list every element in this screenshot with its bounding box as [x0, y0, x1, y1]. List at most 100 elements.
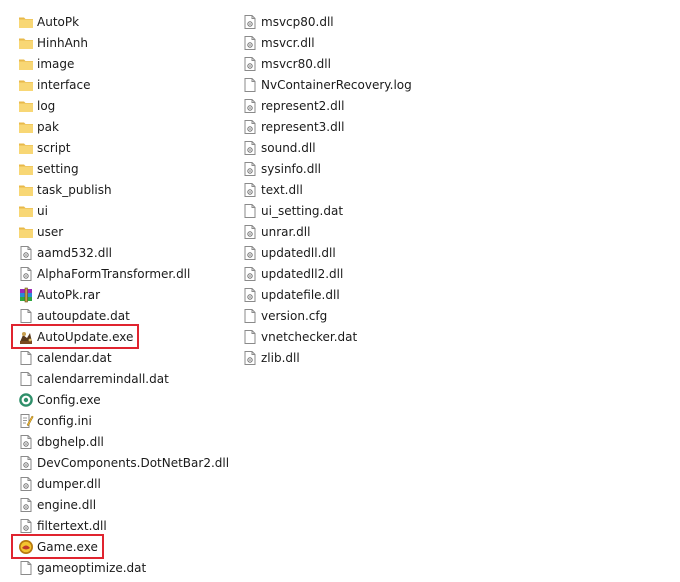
file-item[interactable]: engine.dll — [18, 494, 229, 515]
file-item[interactable]: calendar.dat — [18, 347, 229, 368]
file-name: DevComponents.DotNetBar2.dll — [37, 455, 230, 470]
file-name: text.dll — [261, 182, 303, 197]
file-name: interface — [37, 77, 91, 92]
file-item[interactable]: DevComponents.DotNetBar2.dll — [18, 452, 229, 473]
file-item[interactable]: setting — [18, 158, 229, 179]
file-name: AlphaFormTransformer.dll — [37, 266, 191, 281]
dll-file-icon — [242, 119, 258, 135]
dll-file-icon — [242, 224, 258, 240]
blank-file-icon — [242, 329, 258, 345]
file-name: AutoPk — [37, 14, 80, 29]
file-item[interactable]: aamd532.dll — [18, 242, 229, 263]
file-name: script — [37, 140, 71, 155]
file-item[interactable]: dbghelp.dll — [18, 431, 229, 452]
file-name: calendar.dat — [37, 350, 112, 365]
file-name: dbghelp.dll — [37, 434, 104, 449]
file-item[interactable]: pak — [18, 116, 229, 137]
file-name: engine.dll — [37, 497, 97, 512]
file-name: sound.dll — [261, 140, 316, 155]
dll-file-icon — [18, 476, 34, 492]
file-name: AutoPk.rar — [37, 287, 101, 302]
folder-icon — [18, 182, 34, 198]
file-name: ui_setting.dat — [261, 203, 344, 218]
file-item[interactable]: zlib.dll — [242, 347, 412, 368]
file-item[interactable]: interface — [18, 74, 229, 95]
file-item[interactable]: Game.exe — [11, 534, 229, 559]
file-item[interactable]: version.cfg — [242, 305, 412, 326]
folder-icon — [18, 140, 34, 156]
file-item[interactable]: image — [18, 53, 229, 74]
file-item[interactable]: NvContainerRecovery.log — [242, 74, 412, 95]
file-item[interactable]: task_publish — [18, 179, 229, 200]
file-name: Config.exe — [37, 392, 101, 407]
file-item[interactable]: script — [18, 137, 229, 158]
dll-file-icon — [242, 245, 258, 261]
file-item[interactable]: vnetchecker.dat — [242, 326, 412, 347]
file-name: gameoptimize.dat — [37, 560, 147, 575]
file-item[interactable]: HinhAnh — [18, 32, 229, 53]
file-name: unrar.dll — [261, 224, 311, 239]
file-item[interactable]: config.ini — [18, 410, 229, 431]
file-item[interactable]: unrar.dll — [242, 221, 412, 242]
file-item[interactable]: gameoptimize.dat — [18, 557, 229, 578]
file-item[interactable]: dumper.dll — [18, 473, 229, 494]
rar-archive-icon — [18, 287, 34, 303]
folder-icon — [18, 14, 34, 30]
file-name: config.ini — [37, 413, 92, 428]
file-name: filtertext.dll — [37, 518, 107, 533]
dll-file-icon — [242, 287, 258, 303]
file-name: represent3.dll — [261, 119, 345, 134]
file-item[interactable]: ui_setting.dat — [242, 200, 412, 221]
file-name: vnetchecker.dat — [261, 329, 358, 344]
folder-icon — [18, 161, 34, 177]
file-name: Game.exe — [37, 539, 98, 554]
file-item[interactable]: autoupdate.dat — [18, 305, 229, 326]
file-item[interactable]: AutoPk — [18, 11, 229, 32]
file-item[interactable]: Config.exe — [18, 389, 229, 410]
file-name: pak — [37, 119, 59, 134]
file-item[interactable]: user — [18, 221, 229, 242]
dll-file-icon — [18, 245, 34, 261]
file-item[interactable]: AutoUpdate.exe — [11, 324, 229, 349]
file-name: ui — [37, 203, 48, 218]
folder-icon — [18, 35, 34, 51]
dll-file-icon — [242, 14, 258, 30]
file-item[interactable]: msvcp80.dll — [242, 11, 412, 32]
blank-file-icon — [18, 308, 34, 324]
file-item[interactable]: calendarremindall.dat — [18, 368, 229, 389]
ini-file-icon — [18, 413, 34, 429]
dll-file-icon — [18, 497, 34, 513]
file-item[interactable]: log — [18, 95, 229, 116]
folder-icon — [18, 56, 34, 72]
file-item[interactable]: ui — [18, 200, 229, 221]
file-item[interactable]: represent2.dll — [242, 95, 412, 116]
file-name: msvcp80.dll — [261, 14, 334, 29]
file-item[interactable]: AutoPk.rar — [18, 284, 229, 305]
file-list-column-1: AutoPk HinhAnh image interface log pak script s… — [11, 11, 229, 578]
file-item[interactable]: updatedll2.dll — [242, 263, 412, 284]
file-name: msvcr.dll — [261, 35, 315, 50]
file-item[interactable]: updatedll.dll — [242, 242, 412, 263]
file-item[interactable]: updatefile.dll — [242, 284, 412, 305]
file-name: HinhAnh — [37, 35, 88, 50]
file-item[interactable]: sysinfo.dll — [242, 158, 412, 179]
file-name: dumper.dll — [37, 476, 101, 491]
file-item[interactable]: msvcr80.dll — [242, 53, 412, 74]
dll-file-icon — [242, 56, 258, 72]
file-list-column-2: msvcp80.dll msvcr.dll msvcr80.dll NvContain… — [242, 11, 412, 368]
file-name: updatedll2.dll — [261, 266, 344, 281]
dll-file-icon — [242, 266, 258, 282]
file-item[interactable]: msvcr.dll — [242, 32, 412, 53]
blank-file-icon — [18, 371, 34, 387]
file-item[interactable]: represent3.dll — [242, 116, 412, 137]
file-item[interactable]: sound.dll — [242, 137, 412, 158]
dll-file-icon — [242, 140, 258, 156]
file-item[interactable]: AlphaFormTransformer.dll — [18, 263, 229, 284]
file-item[interactable]: filtertext.dll — [18, 515, 229, 536]
blank-file-icon — [242, 77, 258, 93]
file-name: updatefile.dll — [261, 287, 340, 302]
file-name: version.cfg — [261, 308, 328, 323]
game-app-icon — [18, 539, 34, 555]
file-item[interactable]: text.dll — [242, 179, 412, 200]
folder-icon — [18, 98, 34, 114]
